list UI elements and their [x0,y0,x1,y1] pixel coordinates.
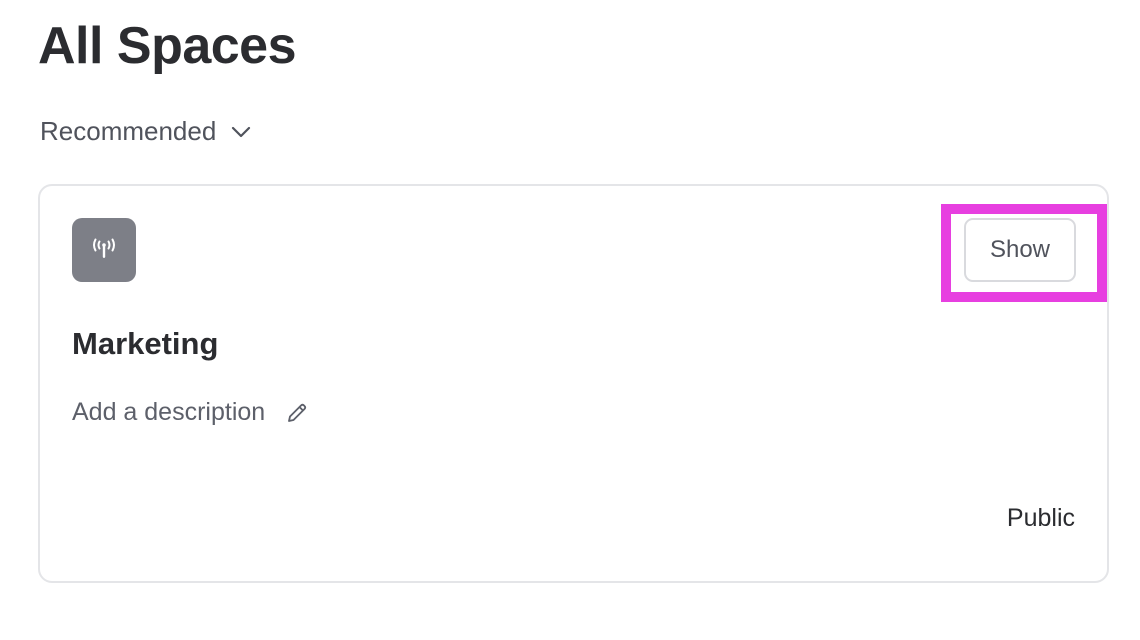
space-avatar [72,218,136,282]
space-name: Marketing [72,326,219,361]
page-title: All Spaces [38,17,297,75]
visibility-label: Public [1006,504,1075,532]
sort-dropdown-label: Recommended [40,115,217,146]
space-card[interactable]: Show Marketing Add a description Public [38,184,1109,583]
show-button[interactable]: Show [964,218,1076,282]
chevron-down-icon [230,121,252,143]
add-description-button[interactable]: Add a description [72,398,309,427]
description-placeholder: Add a description [72,398,266,426]
pencil-icon[interactable] [285,401,309,425]
broadcast-tower-icon [93,238,115,258]
sort-dropdown[interactable]: Recommended [40,112,252,150]
